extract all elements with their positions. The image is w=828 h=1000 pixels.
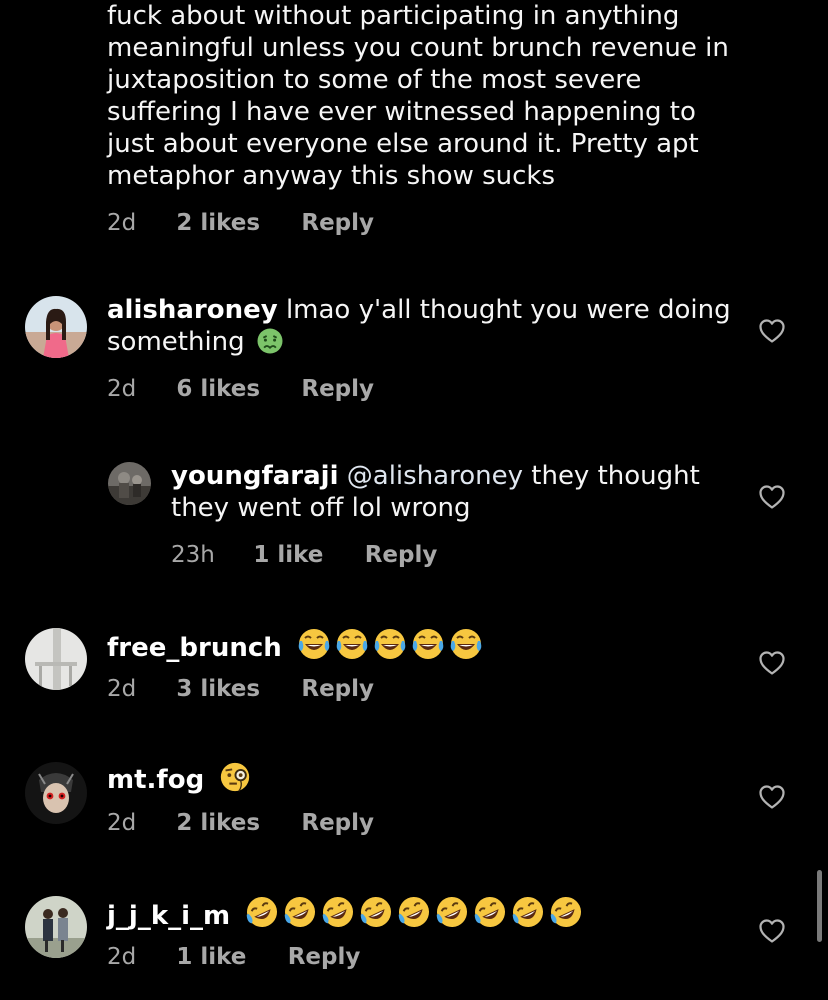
- tears-of-joy-emoji-row: [296, 626, 486, 670]
- comment-body: fuck about without participating in anyt…: [107, 1, 729, 191]
- like-heart-icon[interactable]: [758, 484, 786, 510]
- like-count[interactable]: 2 likes: [176, 808, 260, 838]
- like-heart-icon[interactable]: [758, 784, 786, 810]
- comment-text: mt.fog: [107, 760, 747, 796]
- like-count[interactable]: 2 likes: [176, 208, 260, 238]
- comment-meta: 2d 2 likes Reply: [107, 208, 374, 238]
- comment-text: j_j_k_i_m: [107, 894, 747, 938]
- comment-username[interactable]: free_brunch: [107, 633, 282, 663]
- rolling-on-the-floor-laughing-icon: [358, 894, 394, 930]
- mention-link[interactable]: @alisharoney: [347, 461, 523, 491]
- avatar[interactable]: [25, 762, 87, 824]
- rolling-on-the-floor-laughing-icon: [396, 894, 432, 930]
- comment-text: fuck about without participating in anyt…: [107, 0, 747, 192]
- rolling-on-the-floor-laughing-icon: [320, 894, 356, 930]
- avatar[interactable]: [25, 896, 87, 958]
- reply-timestamp: 23h: [171, 542, 215, 568]
- comment-meta: 2d 1 like Reply: [107, 942, 360, 972]
- face-with-monocle-icon: [218, 760, 252, 794]
- avatar[interactable]: [25, 296, 87, 358]
- comment-timestamp: 2d: [107, 676, 137, 702]
- comment-timestamp: 2d: [107, 376, 137, 402]
- comment-username[interactable]: alisharoney: [107, 295, 278, 325]
- comment-username[interactable]: mt.fog: [107, 765, 204, 795]
- comment-text: alisharoney lmao y'all thought you were …: [107, 294, 747, 358]
- rolling-on-the-floor-laughing-icon: [548, 894, 584, 930]
- rolling-on-the-floor-laughing-icon: [244, 894, 280, 930]
- avatar[interactable]: [25, 628, 87, 690]
- reply-button[interactable]: Reply: [301, 808, 374, 838]
- comment-meta: 2d 3 likes Reply: [107, 674, 374, 704]
- like-count[interactable]: 3 likes: [176, 674, 260, 704]
- comment-username[interactable]: j_j_k_i_m: [107, 901, 230, 931]
- comment-timestamp: 2d: [107, 944, 137, 970]
- like-heart-icon[interactable]: [758, 918, 786, 944]
- comment-timestamp: 2d: [107, 210, 137, 236]
- like-heart-icon[interactable]: [758, 318, 786, 344]
- like-count[interactable]: 1 like: [176, 942, 246, 972]
- rolling-on-the-floor-laughing-icon: [472, 894, 508, 930]
- rolling-on-the-floor-laughing-icon: [282, 894, 318, 930]
- like-heart-icon[interactable]: [758, 650, 786, 676]
- reply-username[interactable]: youngfaraji: [171, 461, 339, 491]
- reply-button[interactable]: Reply: [301, 374, 374, 404]
- avatar[interactable]: [108, 462, 151, 505]
- face-with-tears-of-joy-icon: [296, 626, 332, 662]
- nauseated-face-icon: [255, 326, 285, 356]
- comment-text: free_brunch: [107, 626, 747, 670]
- like-count[interactable]: 6 likes: [176, 374, 260, 404]
- face-with-tears-of-joy-icon: [334, 626, 370, 662]
- comment-timestamp: 2d: [107, 810, 137, 836]
- reply-button[interactable]: Reply: [365, 540, 438, 570]
- scrollbar[interactable]: [817, 870, 822, 942]
- reply-button[interactable]: Reply: [301, 208, 374, 238]
- rolling-on-the-floor-laughing-icon: [510, 894, 546, 930]
- comment-meta: 2d 6 likes Reply: [107, 374, 374, 404]
- rofl-emoji-row: [244, 894, 586, 938]
- rolling-on-the-floor-laughing-icon: [434, 894, 470, 930]
- face-with-tears-of-joy-icon: [372, 626, 408, 662]
- reply-text: youngfaraji @alisharoney they thought th…: [171, 460, 731, 524]
- face-with-tears-of-joy-icon: [410, 626, 446, 662]
- comments-thread: fuck about without participating in anyt…: [0, 0, 828, 1000]
- like-count[interactable]: 1 like: [253, 540, 323, 570]
- reply-button[interactable]: Reply: [288, 942, 361, 972]
- reply-meta: 23h 1 like Reply: [171, 540, 437, 570]
- face-with-tears-of-joy-icon: [448, 626, 484, 662]
- reply-button[interactable]: Reply: [301, 674, 374, 704]
- comment-meta: 2d 2 likes Reply: [107, 808, 374, 838]
